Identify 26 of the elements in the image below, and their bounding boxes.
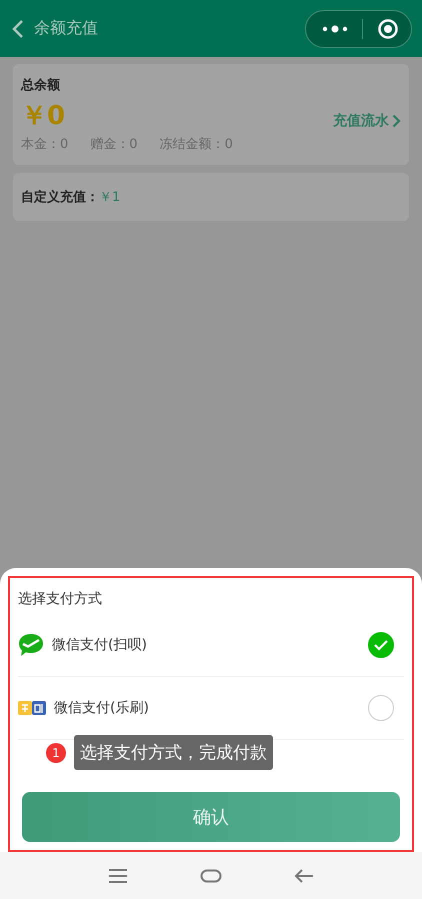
check-icon xyxy=(373,639,389,651)
balance-amount: ￥0 xyxy=(21,100,66,133)
sheet-title: 选择支付方式 xyxy=(18,590,103,608)
payment-option-label: 微信支付(扫呗) xyxy=(52,636,148,654)
tooltip: 选择支付方式，完成付款 xyxy=(74,735,273,770)
custom-recharge-amount: ￥1 xyxy=(99,189,120,206)
balance-detail: 冻结金额：0 xyxy=(160,136,233,153)
logo-icon xyxy=(18,701,46,715)
radio-button[interactable] xyxy=(368,695,394,721)
home-icon[interactable] xyxy=(200,868,222,882)
close-icon[interactable] xyxy=(377,18,399,40)
custom-recharge-label: 自定义充值： xyxy=(21,188,99,206)
payment-option[interactable]: 微信支付(扫呗) xyxy=(18,614,404,677)
step-badge: 1 xyxy=(46,742,66,762)
back-arrow-icon[interactable] xyxy=(294,868,314,884)
back-icon[interactable] xyxy=(12,18,24,38)
menu-icon[interactable] xyxy=(108,868,128,884)
balance-detail: 赠金：0 xyxy=(90,136,138,153)
page-title: 余额充值 xyxy=(34,18,99,39)
balance-detail: 本金：0 xyxy=(21,136,68,153)
balance-label: 总余额 xyxy=(21,76,61,94)
payment-option-label: 微信支付(乐刷) xyxy=(54,699,150,717)
chevron-icon xyxy=(392,114,401,128)
more-icon[interactable] xyxy=(322,24,348,32)
chat-bubble-icon xyxy=(18,633,44,657)
radio-button[interactable] xyxy=(368,632,394,658)
